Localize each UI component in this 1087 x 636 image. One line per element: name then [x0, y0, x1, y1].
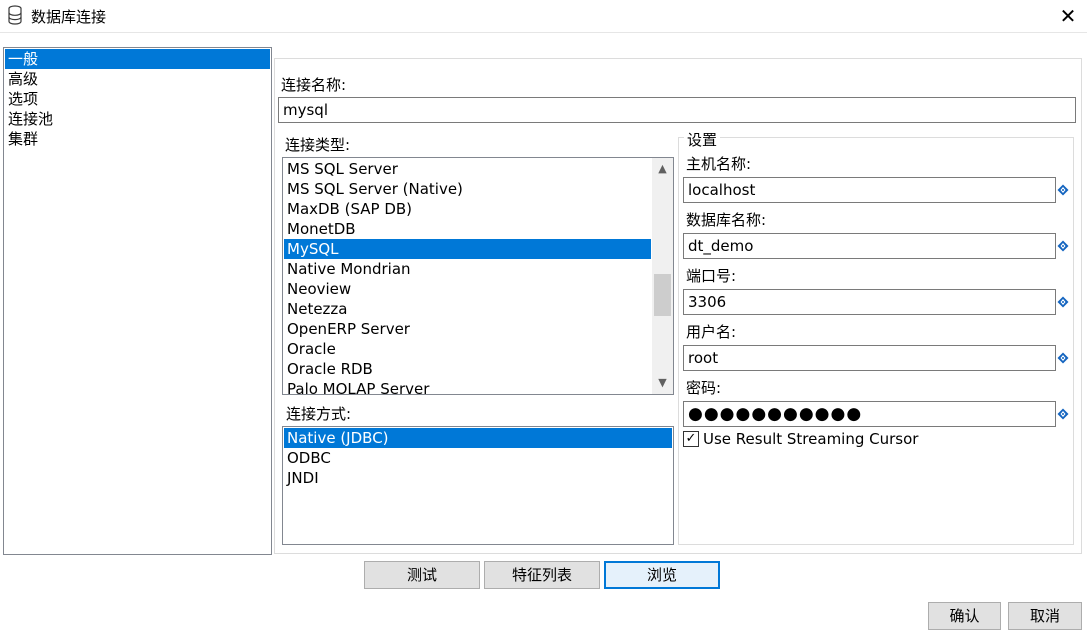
window-title: 数据库连接	[31, 8, 107, 26]
variable-diamond-icon[interactable]	[1057, 352, 1069, 364]
close-icon[interactable]: ✕	[1050, 1, 1086, 31]
variable-diamond-icon[interactable]	[1057, 408, 1069, 420]
scrollbar-thumb[interactable]	[654, 274, 671, 316]
list-item-selected[interactable]: Native (JDBC)	[284, 428, 672, 448]
list-item[interactable]: MS SQL Server (Native)	[284, 179, 651, 199]
test-button[interactable]: 测试	[364, 561, 480, 589]
port-label: 端口号:	[686, 267, 737, 285]
port-input[interactable]	[683, 289, 1056, 315]
password-label: 密码:	[686, 379, 722, 397]
feature-list-button[interactable]: 特征列表	[484, 561, 600, 589]
username-input[interactable]	[683, 345, 1056, 371]
streaming-cursor-checkbox[interactable]: ✓	[683, 431, 699, 447]
database-name-label: 数据库名称:	[686, 211, 767, 229]
connection-type-list[interactable]: MS SQL Server MS SQL Server (Native) Max…	[282, 157, 674, 395]
host-name-input[interactable]	[683, 177, 1056, 203]
ok-button[interactable]: 确认	[928, 602, 1001, 630]
connection-type-label: 连接类型:	[285, 136, 351, 154]
connection-name-label: 连接名称:	[281, 76, 347, 94]
title-bar: 数据库连接 ✕	[0, 0, 1087, 33]
list-item[interactable]: Netezza	[284, 299, 651, 319]
chevron-down-icon[interactable]: ▼	[652, 372, 673, 394]
list-item[interactable]: Neoview	[284, 279, 651, 299]
list-item[interactable]: Oracle	[284, 339, 651, 359]
database-icon	[8, 5, 22, 25]
list-item[interactable]: ODBC	[284, 448, 672, 468]
access-method-list[interactable]: Native (JDBC) ODBC JNDI	[282, 426, 674, 545]
streaming-cursor-label[interactable]: Use Result Streaming Cursor	[703, 430, 918, 448]
list-item-selected[interactable]: MySQL	[284, 239, 651, 259]
variable-diamond-icon[interactable]	[1057, 184, 1069, 196]
password-input[interactable]	[683, 401, 1056, 427]
explore-button[interactable]: 浏览	[604, 561, 720, 589]
nav-item-general[interactable]: 一般	[5, 49, 270, 69]
list-item[interactable]: Oracle RDB	[284, 359, 651, 379]
nav-item-clustering[interactable]: 集群	[5, 129, 270, 149]
list-item[interactable]: MaxDB (SAP DB)	[284, 199, 651, 219]
list-item[interactable]: MonetDB	[284, 219, 651, 239]
list-item[interactable]: JNDI	[284, 468, 672, 488]
list-item[interactable]: MS SQL Server	[284, 159, 651, 179]
access-method-label: 连接方式:	[286, 405, 352, 423]
connection-name-input[interactable]	[278, 97, 1076, 123]
list-item[interactable]: Palo MOLAP Server	[284, 379, 651, 394]
nav-item-advanced[interactable]: 高级	[5, 69, 270, 89]
database-name-input[interactable]	[683, 233, 1056, 259]
nav-item-pooling[interactable]: 连接池	[5, 109, 270, 129]
variable-diamond-icon[interactable]	[1057, 296, 1069, 308]
vertical-scrollbar[interactable]: ▲ ▼	[652, 158, 673, 394]
list-item[interactable]: OpenERP Server	[284, 319, 651, 339]
username-label: 用户名:	[686, 323, 737, 341]
list-item[interactable]: Native Mondrian	[284, 259, 651, 279]
host-name-label: 主机名称:	[686, 155, 752, 173]
category-nav: 一般 高级 选项 连接池 集群	[3, 47, 272, 555]
nav-item-options[interactable]: 选项	[5, 89, 270, 109]
settings-legend: 设置	[684, 129, 721, 150]
variable-diamond-icon[interactable]	[1057, 240, 1069, 252]
chevron-up-icon[interactable]: ▲	[652, 158, 673, 180]
cancel-button[interactable]: 取消	[1008, 602, 1082, 630]
